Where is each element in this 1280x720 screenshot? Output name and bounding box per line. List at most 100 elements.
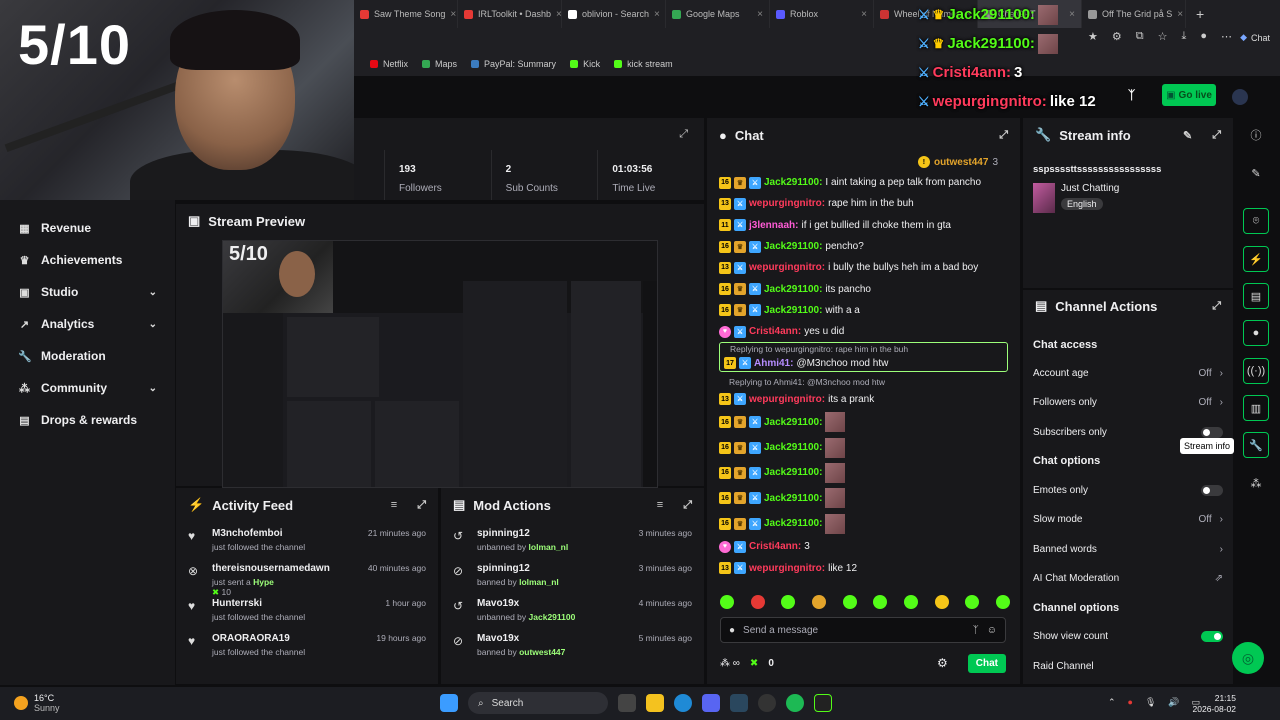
users-icon[interactable]: ⁂ ∞: [720, 658, 740, 669]
volume-icon[interactable]: 🔊: [1168, 697, 1179, 708]
help-button[interactable]: ◎: [1232, 642, 1264, 674]
edit-icon[interactable]: ✎: [1243, 160, 1269, 186]
category-thumbnail[interactable]: [1033, 183, 1055, 213]
steam-icon[interactable]: [730, 694, 748, 712]
activity-item[interactable]: ♥ M3nchofemboi 21 minutes ago just followed…: [176, 522, 438, 557]
document-icon[interactable]: ▤: [1243, 283, 1269, 309]
emote-icon[interactable]: [903, 595, 918, 609]
activity-item[interactable]: ⊗ thereisnousernamedawn 40 minutes ago just…: [176, 557, 438, 597]
popout-icon[interactable]: ⤢: [679, 128, 688, 141]
sidebar-item-moderation[interactable]: 🔧 Moderation: [0, 340, 175, 372]
emote-icon[interactable]: [995, 595, 1010, 609]
collections-icon[interactable]: ⧉: [1136, 30, 1144, 43]
chat-message[interactable]: 16 ♛ ⚔ Jack291100: I aint taking a pep talk …: [707, 172, 1020, 193]
show-view-count-toggle[interactable]: [1201, 631, 1223, 643]
chevron-down-icon[interactable]: ⌄: [149, 383, 157, 394]
emoji-icon[interactable]: ☺: [987, 625, 997, 636]
activity-item[interactable]: ♥ ORAORAORA19 19 hours ago just followed th…: [176, 627, 438, 662]
profile-icon[interactable]: ●: [1200, 30, 1207, 43]
discord-icon[interactable]: [702, 694, 720, 712]
settings-icon[interactable]: ⚙: [937, 656, 948, 670]
chat-message[interactable]: ♥ ⚔ Cristi4ann: yes u did: [707, 321, 1020, 342]
emote-icon[interactable]: [811, 595, 826, 609]
message-input[interactable]: ● Send a message ᛉ ☺: [720, 617, 1006, 643]
weather-widget[interactable]: 16°C Sunny: [14, 693, 60, 713]
sidebar-item-studio[interactable]: ▣ Studio ⌄: [0, 276, 175, 308]
emote-icon[interactable]: [750, 595, 765, 609]
chat-message[interactable]: 13 ⚔ wepurgingnitro: like 12: [707, 557, 1020, 578]
category-name[interactable]: Just Chatting: [1061, 183, 1119, 194]
chat-message[interactable]: 16 ♛ ⚔ Jack291100: its pancho: [707, 278, 1020, 299]
account-age-row[interactable]: Account age Off ›: [1023, 359, 1233, 388]
clock[interactable]: 21:15 2026-08-02: [1193, 693, 1236, 715]
app-icon[interactable]: [758, 694, 776, 712]
chevron-down-icon[interactable]: ⌄: [149, 287, 157, 298]
popout-icon[interactable]: ⤢: [1212, 300, 1221, 313]
broadcast-icon[interactable]: ((·)): [1243, 358, 1269, 384]
stream-preview-video[interactable]: 5/10: [222, 240, 658, 488]
mod-action-item[interactable]: ⊘ spinning12 3 minutes ago banned by lolman…: [441, 557, 704, 592]
raid-channel-row[interactable]: Raid Channel: [1023, 651, 1233, 680]
chat-message[interactable]: 16 ♛ ⚔ Jack291100:: [707, 486, 1020, 511]
spotify-icon[interactable]: [786, 694, 804, 712]
sidebar-item-analytics[interactable]: ↗ Analytics ⌄: [0, 308, 175, 340]
popout-icon[interactable]: ⤢: [1212, 129, 1221, 142]
emote-icon[interactable]: [873, 595, 888, 609]
browser-tab[interactable]: oblivion - Search ×: [562, 0, 666, 28]
highlighted-reply[interactable]: Replying to wepurgingnitro: rape him in …: [719, 342, 1008, 373]
ai-moderation-row[interactable]: AI Chat Moderation ⇗: [1023, 564, 1233, 593]
close-icon[interactable]: ×: [757, 9, 763, 20]
close-icon[interactable]: ×: [654, 9, 660, 20]
task-view-icon[interactable]: [618, 694, 636, 712]
subscribers-only-toggle[interactable]: [1201, 426, 1223, 438]
sidebar-item-revenue[interactable]: ▦ Revenue: [0, 212, 175, 244]
browser-chat-button[interactable]: ◆ Chat: [1240, 32, 1270, 43]
mod-action-item[interactable]: ↺ Mavo19x 4 minutes ago unbanned by Jack291…: [441, 592, 704, 627]
close-icon[interactable]: ×: [556, 9, 561, 20]
network-icon[interactable]: ●: [1128, 697, 1133, 708]
go-live-button[interactable]: ▣ Go live: [1162, 84, 1216, 106]
windows-start-icon[interactable]: [440, 694, 458, 712]
sidebar-item-community[interactable]: ⁂ Community ⌄: [0, 372, 175, 404]
chat-message[interactable]: 13 ⚔ wepurgingnitro: i bully the bullys heh…: [707, 257, 1020, 278]
send-chat-button[interactable]: Chat: [967, 653, 1006, 673]
chevron-down-icon[interactable]: ⌄: [149, 319, 157, 330]
banned-words-row[interactable]: Banned words ›: [1023, 534, 1233, 563]
download-icon[interactable]: ⤓: [1181, 30, 1186, 43]
edge-icon[interactable]: [674, 694, 692, 712]
browser-tab[interactable]: IRLToolkit • Dashb ×: [458, 0, 562, 28]
bookmark-item[interactable]: Maps: [422, 59, 457, 69]
camera-icon[interactable]: ⌾: [1243, 208, 1269, 234]
edit-icon[interactable]: ✎: [1183, 129, 1192, 142]
emote-icon[interactable]: [934, 595, 949, 609]
chat-message[interactable]: 13 ⚔ wepurgingnitro: rape him in the buh: [707, 193, 1020, 214]
chat-message[interactable]: 16 ♛ ⚔ Jack291100:: [707, 511, 1020, 536]
bookmark-item[interactable]: PayPal: Summary: [471, 59, 556, 69]
bolt-icon[interactable]: ⚡: [1243, 246, 1269, 272]
close-icon[interactable]: ×: [861, 9, 867, 20]
mod-action-item[interactable]: ↺ spinning12 3 minutes ago unbanned by lolm…: [441, 522, 704, 557]
new-tab-button[interactable]: +: [1186, 6, 1214, 22]
chat-message[interactable]: 16 ♛ ⚔ Jack291100:: [707, 435, 1020, 460]
wrench-icon[interactable]: 🔧: [1243, 432, 1269, 458]
chat-message[interactable]: ♥ ⚔ Cristi4ann: 3: [707, 536, 1020, 557]
filter-icon[interactable]: ≡: [657, 499, 663, 511]
emote-icon[interactable]: [781, 595, 796, 609]
slow-mode-row[interactable]: Slow mode Off ›: [1023, 505, 1233, 534]
avatar[interactable]: [1232, 89, 1248, 105]
chat-message[interactable]: 13 ⚔ wepurgingnitro: its a prank: [707, 388, 1020, 409]
kick-app-icon[interactable]: [814, 694, 832, 712]
extension-icon[interactable]: ⚙: [1112, 30, 1122, 43]
emote-icon[interactable]: [720, 595, 734, 609]
chat-message[interactable]: 16 ♛ ⚔ Jack291100: with a a: [707, 300, 1020, 321]
emotes-only-toggle[interactable]: [1201, 485, 1223, 497]
browser-tab[interactable]: Roblox ×: [770, 0, 874, 28]
chat-icon[interactable]: ●: [1243, 320, 1269, 346]
add-widget-icon[interactable]: ⁂: [1243, 470, 1269, 496]
activity-item[interactable]: ♥ Hunterrski 1 hour ago just followed the c…: [176, 592, 438, 627]
mic-icon[interactable]: 🎙: [1145, 697, 1156, 708]
chat-message[interactable]: 16 ♛ ⚔ Jack291100:: [707, 410, 1020, 435]
chevron-up-icon[interactable]: ⌃: [1108, 697, 1116, 708]
bookmark-item[interactable]: Kick: [570, 59, 600, 69]
more-icon[interactable]: ⋯: [1221, 30, 1232, 43]
